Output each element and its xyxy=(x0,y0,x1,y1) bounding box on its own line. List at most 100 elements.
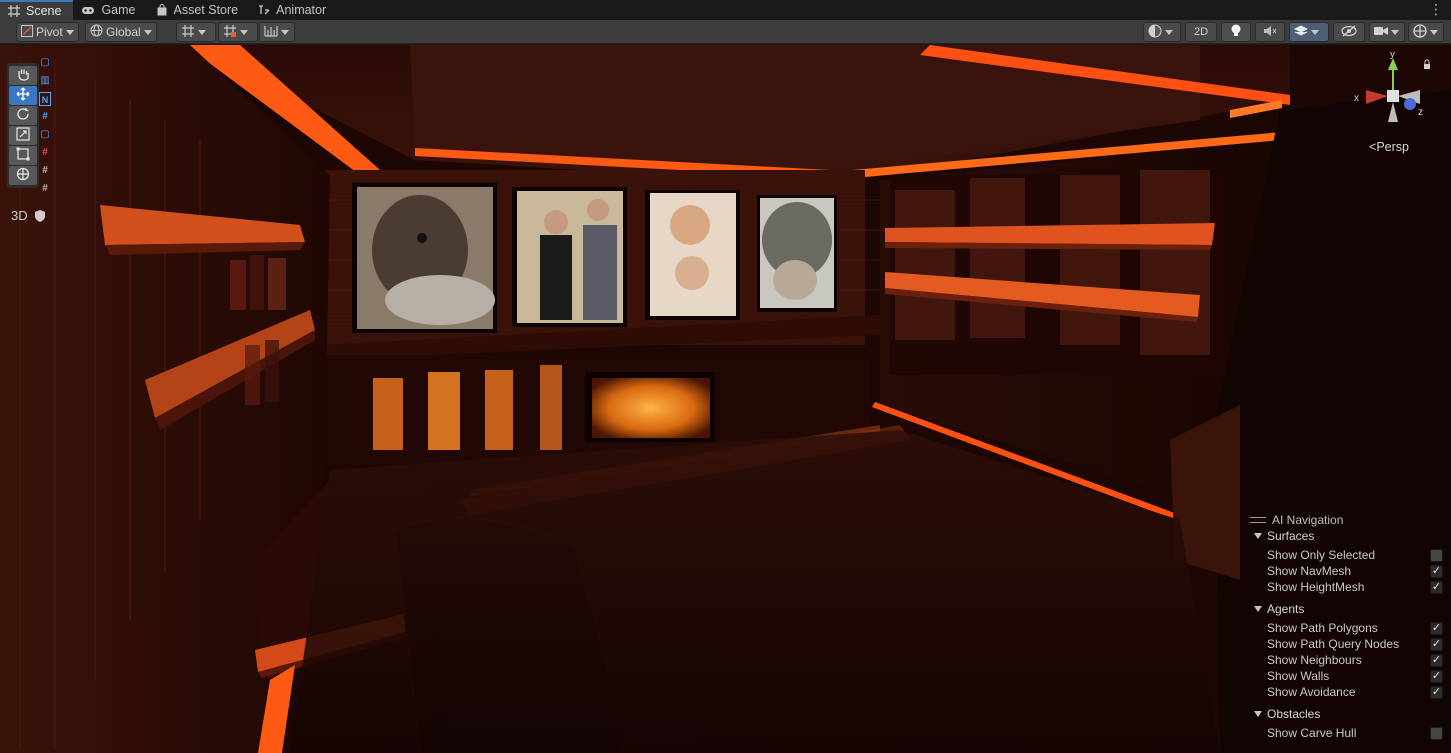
option-label: Show Path Polygons xyxy=(1267,621,1378,635)
shading-sphere-icon xyxy=(1148,24,1162,41)
navmesh-icon[interactable]: N xyxy=(39,92,51,106)
globe-icon xyxy=(90,24,103,40)
option-label: Show Path Query Nodes xyxy=(1267,637,1400,651)
scene-viewport[interactable]: ▢ ▥ N # ▢ # # # 3D y x z <Persp AI Navig… xyxy=(0,45,1451,753)
section-title: Surfaces xyxy=(1267,529,1315,543)
axis-z-label: z xyxy=(1418,107,1423,118)
chevron-down-icon xyxy=(1165,29,1173,35)
chevron-down-icon xyxy=(1430,29,1438,35)
tab-label: Asset Store xyxy=(173,3,239,17)
checkbox[interactable]: ✓ xyxy=(1430,621,1443,635)
snap-toggle[interactable] xyxy=(176,22,216,42)
option-label: Show Neighbours xyxy=(1267,653,1362,667)
effects-dropdown[interactable] xyxy=(1289,22,1329,42)
rect-tool-button[interactable] xyxy=(9,146,37,165)
scale-icon xyxy=(16,127,30,144)
tilemap-icon[interactable]: # xyxy=(39,146,51,160)
scene-toolbar: Pivot Global 2D xyxy=(0,20,1451,44)
audio-toggle[interactable] xyxy=(1255,22,1285,42)
hand-icon xyxy=(16,67,30,84)
transform-tool-button[interactable] xyxy=(9,166,37,185)
option-show-walls[interactable]: Show Walls ✓ xyxy=(1267,668,1443,684)
axis-x-label: x xyxy=(1354,93,1359,104)
projection-label: Persp xyxy=(1376,140,1409,154)
checkbox[interactable]: ✓ xyxy=(1430,669,1443,683)
move-tool-button[interactable] xyxy=(9,86,37,105)
gamepad-icon xyxy=(81,4,95,16)
shield-icon xyxy=(33,209,47,226)
tab-asset-store[interactable]: Asset Store xyxy=(148,0,251,20)
orientation-gizmo[interactable]: y x z xyxy=(1348,49,1438,142)
pivot-dropdown[interactable]: Pivot xyxy=(16,22,79,42)
camera-icon xyxy=(1374,25,1388,39)
option-show-heightmesh[interactable]: Show HeightMesh ✓ xyxy=(1267,579,1443,595)
checkbox[interactable]: ✓ xyxy=(1430,580,1443,594)
speaker-muted-icon xyxy=(1263,25,1277,40)
tab-animator[interactable]: Animator xyxy=(250,0,338,20)
drag-handle-icon[interactable] xyxy=(1250,517,1266,523)
chevron-down-icon xyxy=(281,29,289,35)
tab-game[interactable]: Game xyxy=(73,0,147,20)
toggle-2d-button[interactable]: 2D xyxy=(1185,22,1217,42)
bracket-icon[interactable]: ▢ xyxy=(39,128,51,142)
overlay-header[interactable]: AI Navigation xyxy=(1250,513,1343,527)
tab-label: Game xyxy=(101,3,136,17)
section-obstacles[interactable]: Obstacles xyxy=(1254,707,1320,721)
section-surfaces[interactable]: Surfaces xyxy=(1254,529,1314,543)
lighting-toggle[interactable] xyxy=(1221,22,1251,42)
increment-snap-toggle[interactable] xyxy=(218,22,258,42)
foldout-arrow-icon xyxy=(1254,533,1262,539)
frame-icon[interactable]: ▥ xyxy=(39,74,51,88)
gizmos-dropdown[interactable] xyxy=(1408,22,1444,42)
global-label: Global xyxy=(106,25,141,39)
pivot-label: Pivot xyxy=(36,25,63,39)
tab-label: Animator xyxy=(276,3,327,17)
option-show-avoidance[interactable]: Show Avoidance ✓ xyxy=(1267,684,1443,700)
checkbox[interactable] xyxy=(1430,548,1443,562)
hand-tool-button[interactable] xyxy=(9,66,37,85)
option-show-navmesh[interactable]: Show NavMesh ✓ xyxy=(1267,563,1443,579)
ruler-toggle[interactable] xyxy=(259,22,295,42)
shading-mode-dropdown[interactable] xyxy=(1143,22,1181,42)
scene-render xyxy=(0,45,1451,753)
increment-snap-icon xyxy=(223,24,237,41)
option-show-neighbours[interactable]: Show Neighbours ✓ xyxy=(1267,652,1443,668)
option-show-path-query-nodes[interactable]: Show Path Query Nodes ✓ xyxy=(1267,636,1443,652)
more-options-icon[interactable]: ⋮ xyxy=(1429,2,1443,16)
scale-tool-button[interactable] xyxy=(9,126,37,145)
gizmo-globe-icon xyxy=(1413,23,1427,41)
editor-tab-bar: Scene Game Asset Store Animator ⋮ xyxy=(0,0,1451,20)
axis-y-label: y xyxy=(1390,52,1395,60)
camera-settings-dropdown[interactable] xyxy=(1369,22,1405,42)
option-show-path-polygons[interactable]: Show Path Polygons ✓ xyxy=(1267,620,1443,636)
global-dropdown[interactable]: Global xyxy=(85,22,157,42)
ai-navigation-overlay: AI Navigation Surfaces Show Only Selecte… xyxy=(1245,509,1451,753)
grid-icon[interactable]: # xyxy=(39,182,51,196)
eye-crossed-icon xyxy=(1341,24,1357,40)
option-label: Show Carve Hull xyxy=(1267,726,1357,740)
grid-icon[interactable]: # xyxy=(39,164,51,178)
bracket-icon[interactable]: ▢ xyxy=(39,56,51,70)
tab-scene[interactable]: Scene xyxy=(0,0,74,20)
pivot-icon xyxy=(21,24,33,40)
section-agents[interactable]: Agents xyxy=(1254,602,1304,616)
chevron-down-icon xyxy=(143,29,152,35)
projection-toggle[interactable]: <Persp xyxy=(1369,140,1409,154)
grid-snap-icon[interactable]: # xyxy=(39,110,51,124)
checkbox[interactable]: ✓ xyxy=(1430,685,1443,699)
hidden-objects-toggle[interactable] xyxy=(1333,22,1365,42)
option-show-only-selected[interactable]: Show Only Selected xyxy=(1267,547,1443,563)
view-3d-label[interactable]: 3D xyxy=(11,208,28,223)
rotate-tool-button[interactable] xyxy=(9,106,37,125)
effects-layers-icon xyxy=(1293,24,1309,41)
option-label: Show Avoidance xyxy=(1267,685,1356,699)
rect-transform-icon xyxy=(16,147,30,164)
checkbox[interactable]: ✓ xyxy=(1430,637,1443,651)
option-label: Show Walls xyxy=(1267,669,1330,683)
checkbox[interactable] xyxy=(1430,726,1443,740)
checkbox[interactable]: ✓ xyxy=(1430,564,1443,578)
grid-icon xyxy=(8,5,20,17)
checkbox[interactable]: ✓ xyxy=(1430,653,1443,667)
chevron-down-icon xyxy=(1391,29,1399,35)
option-show-carve-hull[interactable]: Show Carve Hull xyxy=(1267,725,1443,741)
